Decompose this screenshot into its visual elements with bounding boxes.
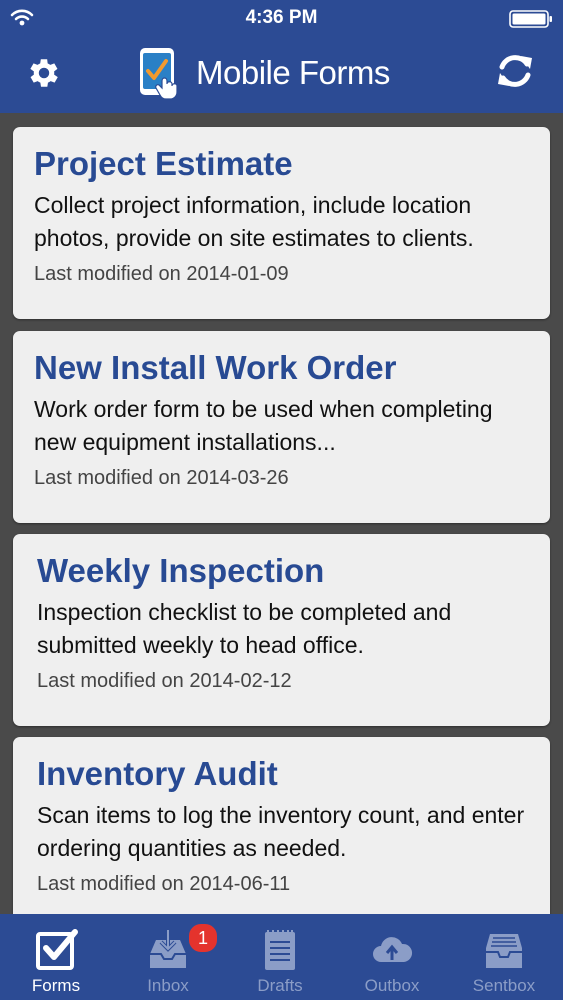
tab-label: Sentbox <box>472 976 536 995</box>
tab-label: Inbox <box>147 976 189 995</box>
cloud-upload-icon <box>336 926 448 974</box>
checkbox-icon <box>0 926 112 974</box>
tab-outbox[interactable]: Outbox <box>336 914 448 1000</box>
form-card[interactable]: Weekly Inspection Inspection checklist t… <box>13 534 550 726</box>
gear-icon[interactable] <box>25 54 63 97</box>
tab-bar: Forms 1 Inbox Drafts Outbox Sentbox <box>0 914 563 1000</box>
form-description: Work order form to be used when completi… <box>34 396 493 455</box>
app-header: 4:36 PM Mobile Forms <box>0 0 563 113</box>
status-time: 4:36 PM <box>245 7 318 28</box>
form-title: Inventory Audit <box>37 755 278 792</box>
form-title: Project Estimate <box>34 145 293 182</box>
notepad-icon <box>224 926 336 974</box>
form-description: Inspection checklist to be completed and… <box>37 599 452 658</box>
form-last-modified: Last modified on 2014-03-26 <box>34 467 289 489</box>
tab-forms[interactable]: Forms <box>0 914 112 1000</box>
unread-badge: 1 <box>187 922 219 954</box>
form-last-modified: Last modified on 2014-01-09 <box>34 263 289 285</box>
form-description: Collect project information, include loc… <box>34 192 474 251</box>
app-title: Mobile Forms <box>196 54 390 91</box>
tab-inbox[interactable]: 1 Inbox <box>112 914 224 1000</box>
tray-icon <box>448 926 560 974</box>
form-title: New Install Work Order <box>34 349 397 386</box>
forms-list: Project Estimate Collect project informa… <box>0 113 563 914</box>
mobile-forms-logo-icon <box>138 47 180 104</box>
form-card[interactable]: New Install Work Order Work order form t… <box>13 331 550 523</box>
form-card[interactable]: Project Estimate Collect project informa… <box>13 127 550 319</box>
form-last-modified: Last modified on 2014-02-12 <box>37 670 292 692</box>
battery-icon <box>509 10 553 33</box>
form-description: Scan items to log the inventory count, a… <box>37 802 525 861</box>
form-card[interactable]: Inventory Audit Scan items to log the in… <box>13 737 550 914</box>
tab-sentbox[interactable]: Sentbox <box>448 914 560 1000</box>
tab-label: Forms <box>31 976 81 995</box>
tab-label: Drafts <box>257 976 303 995</box>
tab-label: Outbox <box>364 976 420 995</box>
form-last-modified: Last modified on 2014-06-11 <box>37 873 291 895</box>
status-bar: 4:36 PM <box>0 0 563 36</box>
form-title: Weekly Inspection <box>37 552 325 589</box>
tab-drafts[interactable]: Drafts <box>224 914 336 1000</box>
refresh-icon[interactable] <box>494 50 536 97</box>
